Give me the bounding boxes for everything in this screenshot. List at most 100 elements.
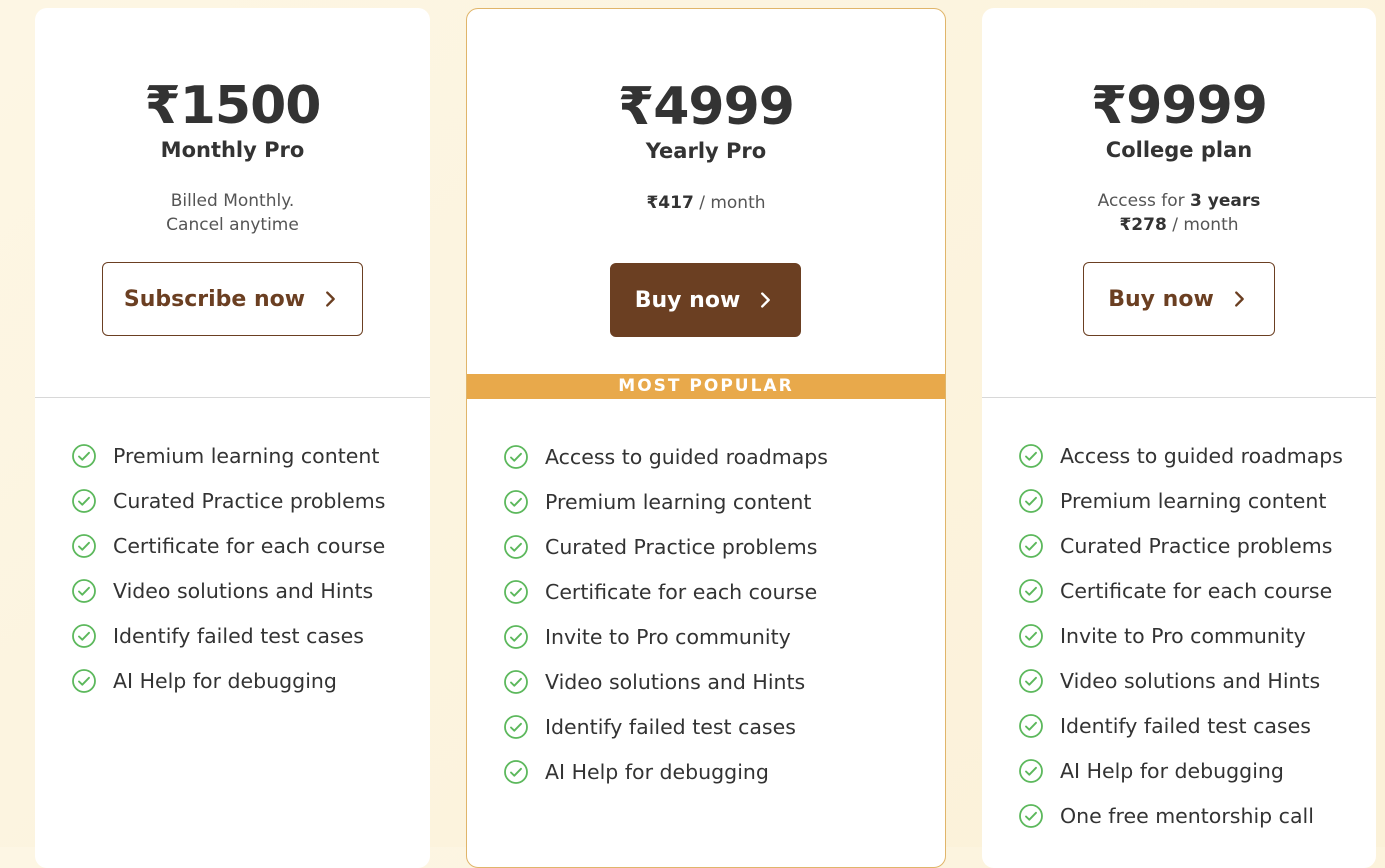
feature-item: Invite to Pro community (1018, 613, 1343, 658)
plan-header: ₹4999 Yearly Pro ₹417 / month Buy now MO… (467, 9, 945, 399)
check-circle-icon (504, 759, 528, 784)
feature-label: Video solutions and Hints (545, 669, 806, 694)
check-circle-icon (1019, 443, 1043, 468)
divider (35, 397, 430, 398)
check-circle-icon (72, 533, 96, 558)
buy-now-label: Buy now (634, 287, 741, 313)
divider (982, 397, 1376, 398)
feature-item: Curated Practice problems (71, 478, 385, 523)
feature-item: One free mentorship call (1018, 793, 1343, 838)
check-circle-icon (504, 489, 528, 514)
plan-card-yearly-pro: ₹4999 Yearly Pro ₹417 / month Buy now MO… (466, 8, 946, 868)
feature-label: AI Help for debugging (113, 668, 337, 693)
subscribe-now-button[interactable]: Subscribe now (102, 262, 363, 336)
feature-item: Curated Practice problems (503, 524, 828, 569)
feature-list: Access to guided roadmaps Premium learnin… (503, 434, 828, 794)
plan-price: ₹9999 (1091, 76, 1268, 136)
check-circle-icon (1019, 668, 1043, 693)
plan-monthly-price: ₹417 / month (467, 191, 945, 215)
plan-header: ₹9999 College plan Access for 3 years ₹2… (982, 8, 1376, 398)
feature-item: Certificate for each course (503, 569, 828, 614)
feature-item: Invite to Pro community (503, 614, 828, 659)
monthly-price-suffix: / month (693, 193, 766, 213)
check-circle-icon (1019, 803, 1043, 828)
billing-note-line-1: Billed Monthly. (170, 191, 295, 211)
plan-name: Yearly Pro (645, 139, 767, 163)
feature-item: Identify failed test cases (1018, 703, 1343, 748)
feature-item: Video solutions and Hints (71, 568, 385, 613)
check-circle-icon (504, 624, 528, 649)
check-circle-icon (504, 669, 528, 694)
chevron-right-icon (761, 292, 771, 308)
feature-label: Premium learning content (545, 489, 812, 514)
plan-name: College plan (1105, 138, 1253, 162)
feature-item: Premium learning content (503, 479, 828, 524)
feature-label: One free mentorship call (1060, 803, 1314, 828)
plan-price: ₹4999 (618, 77, 795, 137)
buy-now-button[interactable]: Buy now (1083, 262, 1275, 336)
check-circle-icon (504, 534, 528, 559)
access-line: Access for 3 years (982, 189, 1376, 213)
feature-label: Certificate for each course (545, 579, 818, 604)
plan-header: ₹1500 Monthly Pro Billed Monthly. Cancel… (35, 8, 430, 398)
billing-note-line-2: Cancel anytime (166, 215, 299, 235)
feature-label: Premium learning content (1060, 488, 1327, 513)
check-circle-icon (504, 714, 528, 739)
check-circle-icon (504, 579, 528, 604)
check-circle-icon (1019, 758, 1043, 783)
feature-item: Access to guided roadmaps (503, 434, 828, 479)
feature-item: Access to guided roadmaps (1018, 433, 1343, 478)
feature-label: Identify failed test cases (113, 623, 364, 648)
chevron-right-icon (1234, 291, 1244, 307)
monthly-price-value: ₹278 (1119, 215, 1167, 235)
feature-item: Identify failed test cases (503, 704, 828, 749)
check-circle-icon (72, 623, 96, 648)
check-circle-icon (1019, 578, 1043, 603)
most-popular-badge: MOST POPULAR (467, 374, 945, 399)
check-circle-icon (72, 578, 96, 603)
check-circle-icon (72, 668, 96, 693)
feature-item: Premium learning content (1018, 478, 1343, 523)
feature-item: AI Help for debugging (1018, 748, 1343, 793)
plan-name: Monthly Pro (160, 138, 305, 162)
feature-label: Certificate for each course (113, 533, 386, 558)
feature-item: Certificate for each course (71, 523, 385, 568)
feature-label: Invite to Pro community (1060, 623, 1306, 648)
plan-price: ₹1500 (144, 76, 322, 136)
feature-label: Video solutions and Hints (1060, 668, 1321, 693)
feature-label: Premium learning content (113, 443, 380, 468)
monthly-price-value: ₹417 (646, 193, 694, 213)
feature-item: Identify failed test cases (71, 613, 385, 658)
plan-card-college: ₹9999 College plan Access for 3 years ₹2… (982, 8, 1376, 868)
buy-now-label: Buy now (1108, 286, 1214, 312)
plan-access-note: Access for 3 years ₹278 / month (982, 189, 1376, 237)
subscribe-now-label: Subscribe now (123, 286, 306, 312)
feature-label: Curated Practice problems (545, 534, 818, 559)
plan-billing-note: Billed Monthly. Cancel anytime (35, 189, 430, 237)
check-circle-icon (72, 488, 96, 513)
check-circle-icon (1019, 623, 1043, 648)
access-duration: 3 years (1190, 191, 1261, 211)
feature-item: AI Help for debugging (503, 749, 828, 794)
feature-label: Access to guided roadmaps (545, 444, 828, 469)
feature-label: Curated Practice problems (113, 488, 386, 513)
feature-item: Video solutions and Hints (1018, 658, 1343, 703)
feature-label: Identify failed test cases (1060, 713, 1311, 738)
feature-item: AI Help for debugging (71, 658, 385, 703)
plan-card-monthly-pro: ₹1500 Monthly Pro Billed Monthly. Cancel… (35, 8, 430, 868)
buy-now-button[interactable]: Buy now (610, 263, 801, 337)
check-circle-icon (1019, 488, 1043, 513)
feature-label: Invite to Pro community (545, 624, 791, 649)
check-circle-icon (1019, 713, 1043, 738)
feature-label: Video solutions and Hints (113, 578, 374, 603)
feature-label: AI Help for debugging (1060, 758, 1284, 783)
chevron-right-icon (326, 291, 335, 307)
monthly-price-suffix: / month (1166, 215, 1239, 235)
feature-label: Certificate for each course (1060, 578, 1333, 603)
feature-item: Video solutions and Hints (503, 659, 828, 704)
check-circle-icon (504, 444, 528, 469)
feature-label: Access to guided roadmaps (1060, 443, 1343, 468)
feature-item: Premium learning content (71, 433, 385, 478)
feature-label: Identify failed test cases (545, 714, 796, 739)
feature-item: Certificate for each course (1018, 568, 1343, 613)
